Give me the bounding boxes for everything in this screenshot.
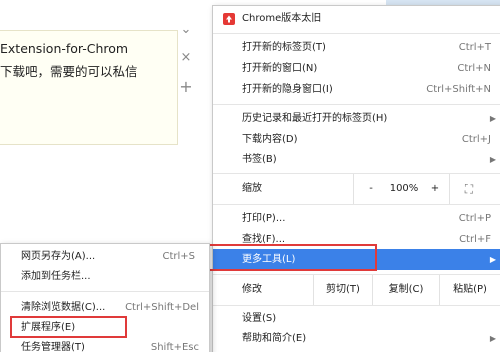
menu-item-label: 清除浏览数据(C)... — [21, 302, 106, 313]
menu-divider — [213, 204, 500, 205]
chrome-main-menu: Chrome版本太旧 打开新的标签页(T) Ctrl+T 打开新的窗口(N) C… — [212, 5, 500, 352]
menu-shortcut: Ctrl+J — [461, 134, 491, 145]
menu-item-label: Chrome版本太旧 — [242, 13, 322, 24]
close-icon[interactable]: × — [178, 50, 194, 65]
menu-item-bookmarks[interactable]: 书签(B) ▶ — [213, 150, 500, 170]
menu-item-label: 帮助和简介(E) — [242, 333, 307, 344]
notification-line-2: 下载吧，需要的可以私信 — [0, 64, 138, 79]
zoom-level: 100% — [389, 183, 419, 194]
menu-item-downloads[interactable]: 下载内容(D) Ctrl+J — [213, 130, 500, 150]
menu-item-label: 添加到任务栏... — [21, 271, 91, 282]
zoom-label: 缩放 — [242, 183, 262, 194]
zoom-divider — [353, 174, 354, 204]
zoom-in-button[interactable]: + — [427, 174, 443, 204]
menu-divider — [213, 305, 500, 306]
menu-divider — [213, 33, 500, 34]
menu-shortcut: Shift+Esc — [150, 342, 199, 352]
menu-item-label: 下载内容(D) — [242, 134, 298, 145]
paste-button[interactable]: 粘贴(P) — [440, 275, 500, 305]
menu-shortcut: Ctrl+F — [459, 234, 491, 245]
menu-item-label: 设置(S) — [242, 313, 277, 324]
notification-line-1: Extension-for-Chrom — [0, 41, 129, 56]
menu-item-label: 打开新的标签页(T) — [242, 42, 326, 53]
menu-shortcut: Ctrl+T — [458, 42, 491, 53]
menu-divider — [1, 291, 209, 292]
menu-item-history[interactable]: 历史记录和最近打开的标签页(H) ▶ — [213, 109, 500, 129]
menu-row-zoom: 缩放 - 100% + ⛶ — [213, 174, 500, 204]
menu-item-label: 任务管理器(T) — [21, 342, 85, 352]
notification-panel: Extension-for-Chrom 下载吧，需要的可以私信 — [0, 30, 178, 145]
submenu-item-clear-data[interactable]: 清除浏览数据(C)... Ctrl+Shift+Del — [1, 298, 209, 318]
annotation-box-more-tools — [208, 244, 377, 271]
warning-icon — [223, 13, 235, 25]
zoom-divider — [449, 174, 450, 204]
menu-shortcut: Ctrl+S — [162, 251, 195, 262]
menu-item-print[interactable]: 打印(P)... Ctrl+P — [213, 209, 500, 229]
menu-item-help[interactable]: 帮助和简介(E) ▶ — [213, 329, 500, 349]
submenu-item-add-to-taskbar[interactable]: 添加到任务栏... — [1, 267, 209, 287]
menu-shortcut: Ctrl+P — [458, 213, 491, 224]
menu-item-new-incognito[interactable]: 打开新的隐身窗口(I) Ctrl+Shift+N — [213, 80, 500, 100]
chevron-down-icon[interactable]: ⌄ — [178, 22, 194, 37]
menu-item-chrome-outdated[interactable]: Chrome版本太旧 — [213, 9, 500, 29]
add-icon[interactable]: + — [178, 77, 194, 96]
submenu-arrow-icon: ▶ — [489, 255, 496, 264]
submenu-item-task-manager[interactable]: 任务管理器(T) Shift+Esc — [1, 338, 209, 352]
menu-item-label: 打开新的隐身窗口(I) — [242, 84, 333, 95]
submenu-arrow-icon: ▶ — [489, 114, 496, 123]
cut-button[interactable]: 剪切(T) — [314, 275, 372, 305]
menu-item-new-tab[interactable]: 打开新的标签页(T) Ctrl+T — [213, 38, 500, 58]
menu-item-label: 打印(P)... — [242, 213, 286, 224]
submenu-arrow-icon: ▶ — [489, 334, 496, 343]
fullscreen-icon[interactable]: ⛶ — [457, 174, 481, 204]
menu-shortcut: Ctrl+Shift+Del — [125, 302, 199, 313]
menu-shortcut: Ctrl+Shift+N — [426, 84, 491, 95]
edit-label: 修改 — [242, 284, 262, 295]
menu-item-label: 打开新的窗口(N) — [242, 63, 318, 74]
annotation-box-extensions — [10, 316, 127, 338]
menu-divider — [213, 104, 500, 105]
menu-item-label: 书签(B) — [242, 154, 277, 165]
menu-item-new-window[interactable]: 打开新的窗口(N) Ctrl+N — [213, 59, 500, 79]
menu-item-label: 历史记录和最近打开的标签页(H) — [242, 113, 388, 124]
menu-item-label: 网页另存为(A)... — [21, 251, 96, 262]
menu-item-settings[interactable]: 设置(S) — [213, 309, 500, 329]
submenu-arrow-icon: ▶ — [489, 155, 496, 164]
menu-shortcut: Ctrl+N — [457, 63, 491, 74]
menu-row-edit: 修改 剪切(T) 复制(C) 粘贴(P) — [213, 275, 500, 305]
copy-button[interactable]: 复制(C) — [373, 275, 439, 305]
submenu-item-save-as[interactable]: 网页另存为(A)... Ctrl+S — [1, 247, 209, 267]
zoom-out-button[interactable]: - — [363, 174, 379, 204]
